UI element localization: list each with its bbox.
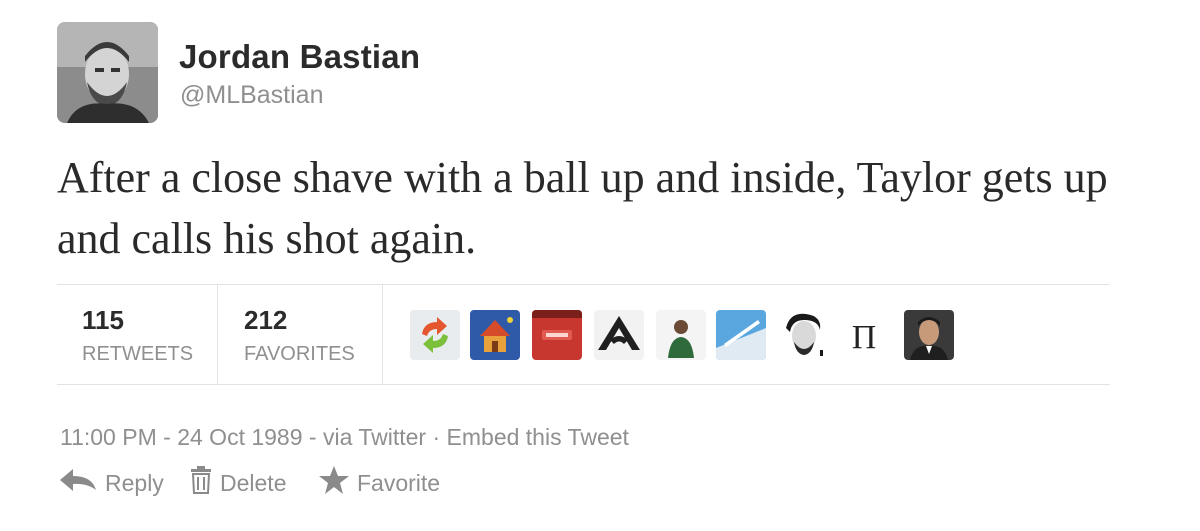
tweet-actions: Reply Delete Favorite [57,464,657,504]
author-name[interactable]: Jordan Bastian [179,38,420,76]
tweet-time[interactable]: 11:00 PM [60,424,157,450]
retweets-label: RETWEETS [82,343,194,365]
favorite-label: Favorite [357,469,441,496]
separator: - [156,424,178,450]
tweet-date[interactable]: 24 Oct 1989 [177,424,302,450]
favorites-stat[interactable]: 212 FAVORITES [218,285,383,384]
red-logo-avatar[interactable] [532,310,582,360]
embed-tweet-link[interactable]: Embed this Tweet [447,424,629,450]
blue-sky-avatar[interactable] [716,310,766,360]
reply-arrow-icon [59,468,97,498]
recycle-arrows-avatar[interactable] [410,310,460,360]
author-handle[interactable]: @MLBastian [180,81,324,110]
pi-glyph: Π [852,319,877,356]
reply-label: Reply [105,469,164,496]
tweet-stats: 115 RETWEETS 212 FAVORITES Π [57,284,1110,385]
tweet-meta: 11:00 PM - 24 Oct 1989 - via Twitter · E… [60,424,629,451]
pi-symbol-avatar[interactable]: Π [844,310,884,360]
reply-button[interactable]: Reply [59,464,164,502]
favoriters-facepile: Π [410,310,1110,362]
separator: · [426,424,447,450]
via-source: via Twitter [322,424,427,450]
tweet-text: After a close shave with a ball up and i… [57,153,1108,263]
man-portrait-avatar[interactable] [904,310,954,360]
house-avatar[interactable] [470,310,520,360]
black-white-logo-avatar[interactable] [594,310,644,360]
favorites-label: FAVORITES [244,343,355,365]
retweets-stat[interactable]: 115 RETWEETS [57,285,218,384]
delete-button[interactable]: Delete [190,464,286,502]
bw-portrait-avatar[interactable] [778,310,828,360]
trash-icon [190,466,212,500]
retweets-count: 115 [82,305,124,335]
star-icon [319,466,349,500]
separator: - [302,424,323,450]
person-green-shirt-avatar[interactable] [656,310,706,360]
favorite-button[interactable]: Favorite [319,464,440,502]
favorites-count: 212 [244,305,288,335]
delete-label: Delete [220,469,287,496]
author-avatar[interactable] [57,22,158,123]
